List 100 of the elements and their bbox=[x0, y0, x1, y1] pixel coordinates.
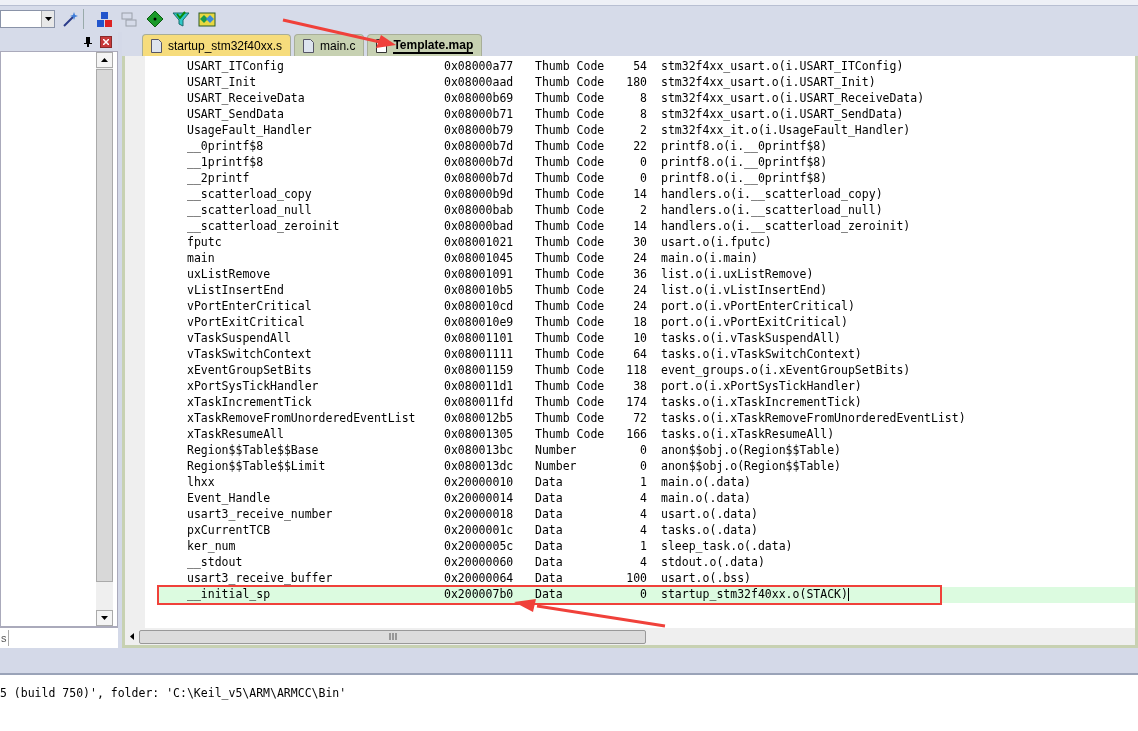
table-cell: 0 bbox=[640, 443, 647, 458]
table-cell: 2 bbox=[640, 123, 647, 138]
table-cell: 4 bbox=[640, 491, 647, 506]
table-cell: Thumb Code bbox=[535, 171, 605, 186]
table-cell: 1 bbox=[640, 475, 647, 490]
table-cell: usart.o(.data) bbox=[661, 507, 758, 522]
table-cell: 0x08000bad bbox=[444, 219, 514, 234]
table-cell: 0x080013bc bbox=[444, 443, 514, 458]
table-cell: Data bbox=[535, 475, 563, 490]
blocks-icon[interactable] bbox=[96, 10, 113, 28]
table-cell: Thumb Code bbox=[535, 267, 605, 282]
table-cell: Data bbox=[535, 507, 563, 522]
file-tab[interactable]: startup_stm32f40xx.s bbox=[142, 34, 292, 56]
table-cell: 118 bbox=[626, 363, 647, 378]
diamond-icon[interactable] bbox=[146, 10, 164, 28]
table-cell: 36 bbox=[633, 267, 647, 282]
pin-icon[interactable] bbox=[84, 37, 92, 47]
table-cell: port.o(i.vPortEnterCritical) bbox=[661, 299, 855, 314]
table-cell: 0x08000bab bbox=[444, 203, 514, 218]
table-cell: 24 bbox=[633, 283, 647, 298]
close-icon bbox=[103, 39, 109, 45]
table-cell: Event_Handle bbox=[187, 491, 271, 506]
table-cell: 0x20000064 bbox=[444, 571, 514, 586]
table-cell: USART_Init bbox=[187, 75, 257, 90]
table-cell: 100 bbox=[626, 571, 647, 586]
table-cell: uxListRemove bbox=[187, 267, 271, 282]
table-cell: __scatterload_zeroinit bbox=[187, 219, 340, 234]
table-cell: 4 bbox=[640, 555, 647, 570]
table-cell: vPortEnterCritical bbox=[187, 299, 312, 314]
file-tab[interactable]: main.c bbox=[294, 34, 365, 56]
up-arrow-icon bbox=[101, 58, 108, 62]
table-cell: anon$$obj.o(Region$$Table) bbox=[661, 443, 841, 458]
table-cell: 54 bbox=[633, 59, 647, 74]
table-cell: pxCurrentTCB bbox=[187, 523, 271, 538]
table-cell: tasks.o(i.xTaskRemoveFromUnorderedEventList) bbox=[661, 411, 966, 426]
file-tab[interactable]: Template.map bbox=[367, 34, 483, 56]
table-cell: tasks.o(i.xTaskIncrementTick) bbox=[661, 395, 862, 410]
table-cell: __stdout bbox=[187, 555, 243, 570]
table-cell: 0x08000a77 bbox=[444, 59, 514, 74]
table-cell: 0x20000010 bbox=[444, 475, 514, 490]
table-cell: Number bbox=[535, 459, 577, 474]
table-cell: 0 bbox=[640, 155, 647, 170]
table-cell: vListInsertEnd bbox=[187, 283, 284, 298]
table-cell: 0x2000001c bbox=[444, 523, 514, 538]
table-cell: port.o(i.vPortExitCritical) bbox=[661, 315, 848, 330]
table-cell: 1 bbox=[640, 539, 647, 554]
table-cell: Data bbox=[535, 539, 563, 554]
table-cell: port.o(i.xPortSysTickHandler) bbox=[661, 379, 862, 394]
table-cell: 72 bbox=[633, 411, 647, 426]
table-cell: __2printf bbox=[187, 171, 250, 186]
table-cell: Thumb Code bbox=[535, 235, 605, 250]
table-cell: 0x080011fd bbox=[444, 395, 514, 410]
table-cell: Thumb Code bbox=[535, 219, 605, 234]
table-cell: Thumb Code bbox=[535, 187, 605, 202]
table-cell: 0x08001101 bbox=[444, 331, 514, 346]
table-cell: list.o(i.uxListRemove) bbox=[661, 267, 814, 282]
table-cell: 0 bbox=[640, 171, 647, 186]
table-cell: Thumb Code bbox=[535, 251, 605, 266]
table-cell: Region$$Table$$Base bbox=[187, 443, 319, 458]
table-cell: lhxx bbox=[187, 475, 215, 490]
table-cell: handlers.o(i.__scatterload_zeroinit) bbox=[661, 219, 911, 234]
table-cell: 0x080013dc bbox=[444, 459, 514, 474]
table-cell: __0printf$8 bbox=[187, 139, 264, 154]
diamonds-icon[interactable] bbox=[198, 10, 216, 28]
table-cell: Thumb Code bbox=[535, 139, 605, 154]
table-cell: list.o(i.vListInsertEnd) bbox=[661, 283, 828, 298]
table-cell: handlers.o(i.__scatterload_copy) bbox=[661, 187, 883, 202]
table-cell: Thumb Code bbox=[535, 299, 605, 314]
table-cell: Data bbox=[535, 571, 563, 586]
dropdown-field[interactable] bbox=[0, 10, 55, 28]
table-cell: 0x08000b7d bbox=[444, 155, 514, 170]
vertical-scrollbar[interactable] bbox=[96, 52, 113, 626]
table-cell: tasks.o(i.xTaskResumeAll) bbox=[661, 427, 835, 442]
table-cell: 0x08000b7d bbox=[444, 171, 514, 186]
table-cell: __scatterload_null bbox=[187, 203, 312, 218]
horizontal-scrollbar[interactable] bbox=[125, 628, 1135, 645]
document-icon bbox=[303, 38, 315, 53]
table-cell: Thumb Code bbox=[535, 59, 605, 74]
magic-wand-icon[interactable] bbox=[61, 10, 79, 28]
funnel-icon[interactable] bbox=[172, 10, 190, 28]
table-cell: tasks.o(i.vTaskSwitchContext) bbox=[661, 347, 862, 362]
windows-icon bbox=[121, 10, 138, 28]
table-cell: __1printf$8 bbox=[187, 155, 264, 170]
table-cell: 64 bbox=[633, 347, 647, 362]
table-cell: 174 bbox=[626, 395, 647, 410]
table-cell: Thumb Code bbox=[535, 315, 605, 330]
table-cell: main.o(.data) bbox=[661, 475, 751, 490]
panel-tab[interactable]: s bbox=[0, 629, 9, 647]
table-cell: Thumb Code bbox=[535, 123, 605, 138]
table-cell: Thumb Code bbox=[535, 155, 605, 170]
table-cell: 0x08001021 bbox=[444, 235, 514, 250]
table-cell: vPortExitCritical bbox=[187, 315, 305, 330]
table-cell: 24 bbox=[633, 299, 647, 314]
table-cell: Data bbox=[535, 491, 563, 506]
table-cell: Thumb Code bbox=[535, 107, 605, 122]
table-cell: anon$$obj.o(Region$$Table) bbox=[661, 459, 841, 474]
close-button[interactable] bbox=[100, 36, 112, 48]
table-cell: 14 bbox=[633, 187, 647, 202]
table-cell: Thumb Code bbox=[535, 331, 605, 346]
table-cell: 0x200007b0 bbox=[444, 587, 514, 602]
